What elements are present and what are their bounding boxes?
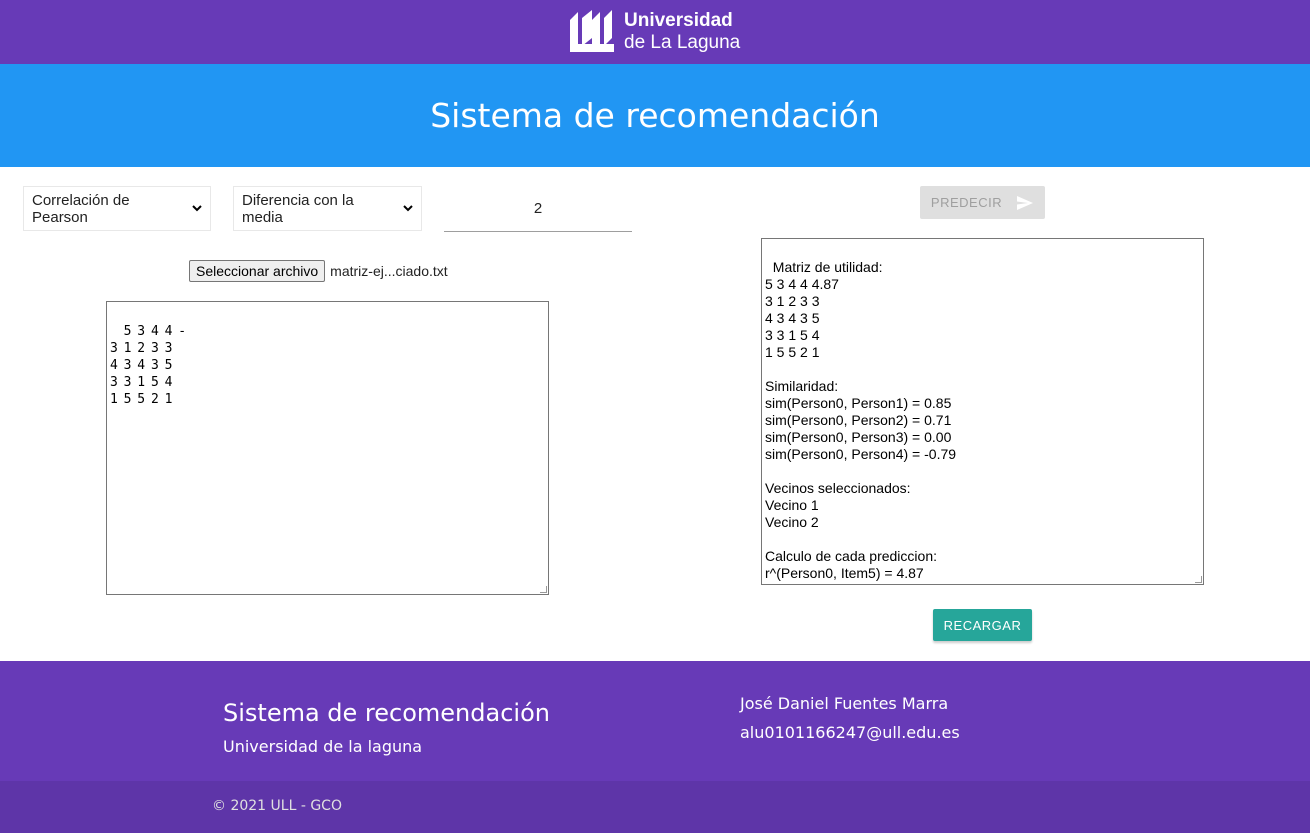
university-logo[interactable]: Universidad de La Laguna	[566, 6, 740, 58]
input-matrix-text: 5 3 4 4 - 3 1 2 3 3 4 3 4 3 5 3 3 1 5 4 …	[110, 324, 186, 407]
footer: Sistema de recomendación Universidad de …	[0, 661, 1310, 781]
footer-title: Sistema de recomendación	[223, 699, 550, 727]
ull-logo-icon	[566, 8, 616, 56]
logo-line-2: de La Laguna	[624, 32, 741, 53]
copyright-bar: © 2021 ULL - GCO	[0, 781, 1310, 833]
predict-button[interactable]: PREDECIR	[920, 186, 1045, 219]
result-output-textarea[interactable]: Matriz de utilidad: 5 3 4 4 4.87 3 1 2 3…	[761, 238, 1204, 585]
footer-subtitle: Universidad de la laguna	[223, 737, 423, 756]
title-banner: Sistema de recomendación	[0, 64, 1310, 167]
copyright-text: © 2021 ULL - GCO	[212, 798, 342, 814]
result-output-text: Matriz de utilidad: 5 3 4 4 4.87 3 1 2 3…	[765, 259, 957, 581]
prediction-type-select[interactable]: Diferencia con la media	[233, 186, 422, 231]
reload-button[interactable]: RECARGAR	[933, 609, 1032, 641]
resize-handle-icon[interactable]	[540, 586, 547, 593]
neighbors-count-input[interactable]	[444, 186, 632, 232]
footer-email: alu0101166247@ull.edu.es	[740, 723, 960, 742]
top-bar: Universidad de La Laguna	[0, 0, 1310, 64]
logo-text: Universidad de La Laguna	[624, 10, 740, 54]
similarity-metric-select[interactable]: Correlación de Pearson	[23, 186, 211, 231]
footer-author: José Daniel Fuentes Marra	[740, 694, 949, 713]
similarity-metric-value: Correlación de Pearson	[32, 191, 130, 226]
file-chooser: Seleccionar archivo matriz-ej...ciado.tx…	[189, 260, 448, 282]
selected-file-name: matriz-ej...ciado.txt	[330, 263, 448, 279]
chevron-down-icon	[192, 203, 202, 215]
chevron-down-icon	[403, 203, 413, 215]
select-file-button[interactable]: Seleccionar archivo	[189, 260, 326, 282]
predict-button-label: PREDECIR	[930, 195, 1003, 210]
input-matrix-textarea[interactable]: 5 3 4 4 - 3 1 2 3 3 4 3 4 3 5 3 3 1 5 4 …	[106, 301, 549, 595]
send-icon	[1016, 195, 1034, 211]
resize-handle-icon[interactable]	[1195, 576, 1202, 583]
page-title: Sistema de recomendación	[430, 96, 880, 135]
prediction-type-value: Diferencia con la media	[242, 191, 354, 226]
logo-line-1: Universidad	[624, 10, 733, 31]
